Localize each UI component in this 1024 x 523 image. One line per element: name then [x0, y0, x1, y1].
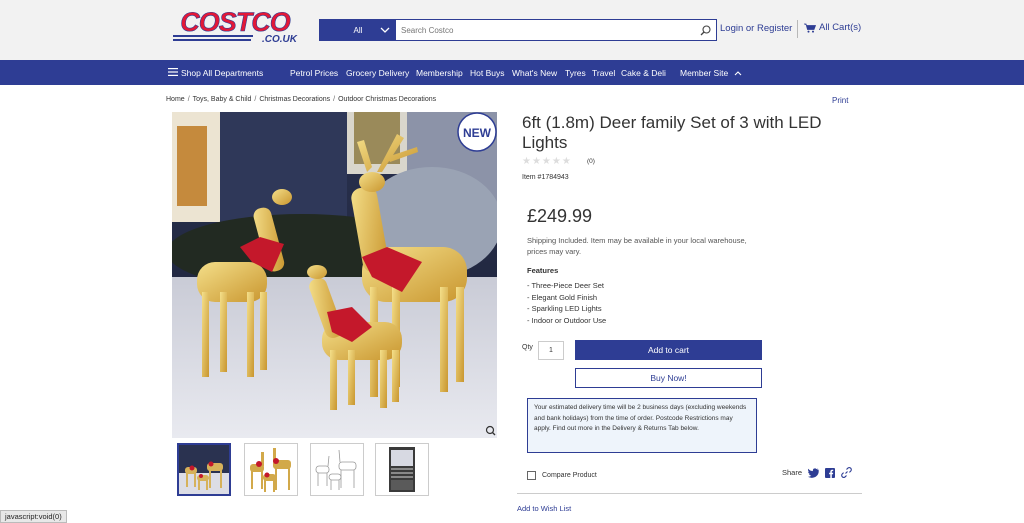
- facebook-icon[interactable]: [825, 467, 836, 478]
- add-to-wish-list-link[interactable]: Add to Wish List: [517, 504, 571, 513]
- svg-text:.CO.UK: .CO.UK: [262, 34, 298, 45]
- search-bar: All: [319, 19, 717, 41]
- product-main-image[interactable]: NEW: [172, 112, 497, 438]
- add-to-cart-button[interactable]: Add to cart: [575, 340, 762, 360]
- cart-link[interactable]: All Cart(s): [804, 22, 861, 33]
- delivery-info-box: Your estimated delivery time will be 2 b…: [527, 398, 757, 453]
- member-site-label: Member Site: [680, 68, 729, 78]
- shipping-info: Shipping Included. Item may be available…: [527, 236, 747, 256]
- product-price: £249.99: [527, 206, 593, 226]
- svg-text:COSTCO: COSTCO: [180, 7, 291, 37]
- nav-item-travel[interactable]: Travel: [592, 68, 615, 78]
- main-nav: Shop All Departments Petrol Prices Groce…: [0, 60, 1024, 85]
- nav-item-petrol-prices[interactable]: Petrol Prices: [290, 68, 338, 78]
- login-register-link[interactable]: Login or Register: [720, 23, 792, 34]
- twitter-icon[interactable]: [808, 467, 819, 478]
- top-header: COSTCO .CO.UK All Login or Register All …: [0, 0, 1024, 60]
- search-category-label: All: [353, 25, 363, 35]
- features-list: - Three-Piece Deer Set - Elegant Gold Fi…: [527, 280, 606, 326]
- thumbnail-4[interactable]: [375, 443, 429, 496]
- search-icon[interactable]: [694, 20, 716, 40]
- nav-item-whats-new[interactable]: What's New: [512, 68, 557, 78]
- cart-label: All Cart(s): [819, 22, 862, 33]
- search-input[interactable]: [396, 20, 694, 40]
- search-category-select[interactable]: All: [320, 20, 396, 40]
- print-link[interactable]: Print: [832, 96, 848, 105]
- rating-stars[interactable]: ★★★★★: [522, 156, 572, 167]
- menu-icon[interactable]: [168, 68, 178, 76]
- breadcrumb-separator: /: [254, 96, 257, 103]
- thumbnail-1[interactable]: [177, 443, 231, 496]
- header-divider: [797, 20, 798, 38]
- rating-count[interactable]: (0): [587, 158, 595, 165]
- chevron-down-icon: [380, 27, 390, 33]
- link-icon[interactable]: [841, 467, 852, 478]
- qty-label: Qty: [522, 344, 533, 351]
- feature-item: - Indoor or Outdoor Use: [527, 315, 607, 325]
- features-heading: Features: [527, 266, 559, 275]
- nav-item-tyres[interactable]: Tyres: [565, 68, 586, 78]
- nav-item-member-site[interactable]: Member Site: [680, 68, 742, 78]
- new-badge: NEW: [463, 126, 492, 140]
- feature-item: - Sparkling LED Lights: [527, 304, 602, 313]
- share-bar: Share: [782, 467, 852, 478]
- compare-checkbox[interactable]: [527, 471, 536, 480]
- compare-label: Compare Product: [542, 472, 597, 479]
- browser-status-bar: javascript:void(0): [0, 510, 67, 523]
- breadcrumb-christmas-decorations[interactable]: Christmas Decorations: [259, 96, 330, 103]
- nav-item-hot-buys[interactable]: Hot Buys: [470, 68, 505, 78]
- qty-input[interactable]: 1: [538, 341, 564, 360]
- share-label: Share: [782, 468, 803, 477]
- item-number: Item #1784943: [522, 174, 569, 181]
- breadcrumb-separator: /: [187, 96, 190, 103]
- chevron-up-icon: [734, 71, 741, 76]
- breadcrumb: Home / Toys, Baby & Child / Christmas Decora…: [166, 96, 436, 103]
- nav-item-grocery-delivery[interactable]: Grocery Delivery: [346, 68, 409, 78]
- feature-item: - Elegant Gold Finish: [527, 292, 598, 302]
- breadcrumb-separator: /: [333, 96, 336, 103]
- nav-item-membership[interactable]: Membership: [416, 68, 463, 78]
- nav-item-cake-deli[interactable]: Cake & Deli: [621, 68, 666, 78]
- costco-logo[interactable]: COSTCO .CO.UK: [171, 7, 299, 47]
- breadcrumb-home[interactable]: Home: [166, 96, 185, 103]
- buy-now-button[interactable]: Buy Now!: [575, 368, 762, 388]
- cart-icon: [804, 23, 816, 33]
- thumbnail-3[interactable]: [310, 443, 364, 496]
- thumbnail-2[interactable]: [244, 443, 298, 496]
- breadcrumb-outdoor-christmas[interactable]: Outdoor Christmas Decorations: [338, 96, 436, 103]
- divider: [517, 493, 862, 494]
- product-title: 6ft (1.8m) Deer family Set of 3 with LED…: [522, 113, 822, 152]
- shop-all-departments[interactable]: Shop All Departments: [181, 68, 263, 78]
- compare-product[interactable]: Compare Product: [527, 471, 597, 480]
- breadcrumb-toys-baby-child[interactable]: Toys, Baby & Child: [193, 96, 252, 103]
- feature-item: - Three-Piece Deer Set: [527, 281, 604, 290]
